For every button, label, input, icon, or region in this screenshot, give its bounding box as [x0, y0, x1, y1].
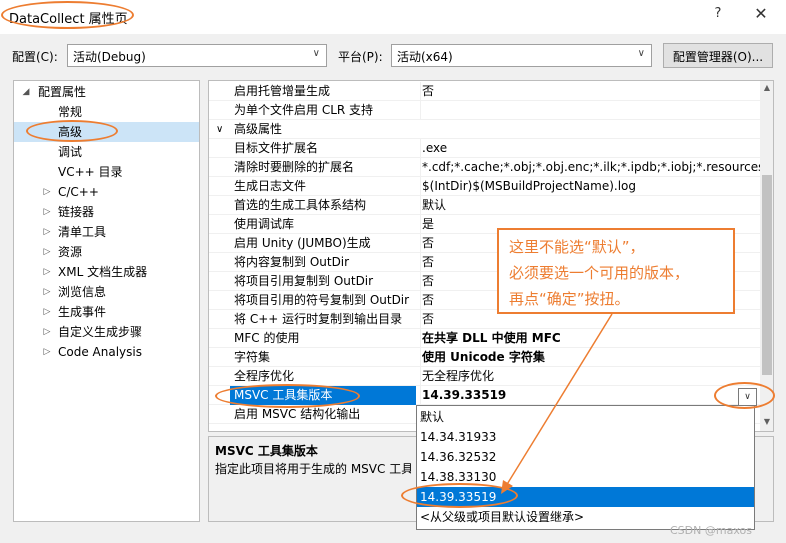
watermark: CSDN @maxos [670, 524, 752, 537]
annotation-arrow-line [505, 313, 613, 487]
annotation-arrow [501, 313, 613, 494]
annotation-arrow-head [501, 480, 513, 494]
